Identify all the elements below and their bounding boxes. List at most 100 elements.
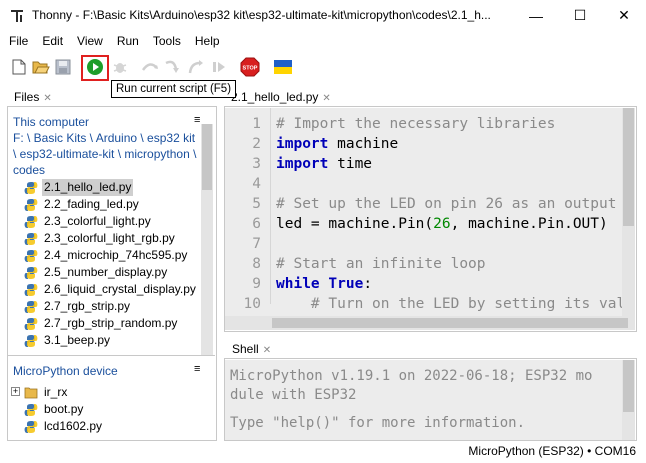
- support-ukraine-button[interactable]: [273, 57, 293, 77]
- python-file-icon: [24, 216, 38, 228]
- tab-editor[interactable]: 2.1_hello_led.py ✕: [227, 87, 334, 107]
- close-tab-icon[interactable]: ✕: [322, 93, 330, 104]
- menu-bar: File Edit View Run Tools Help: [0, 31, 646, 51]
- line-number-gutter: 1 2 3 4 5 6 7 8 9 10: [225, 108, 270, 312]
- debug-bug-icon: [113, 63, 127, 73]
- menu-view[interactable]: View: [70, 31, 110, 51]
- tab-shell[interactable]: Shell ✕: [227, 339, 277, 359]
- shell-console[interactable]: MicroPython v1.19.1 on 2022-06-18; ESP32…: [225, 360, 635, 440]
- menu-edit[interactable]: Edit: [35, 31, 70, 51]
- code-line: # Start an infinite loop: [276, 256, 486, 272]
- stop-sign-icon: STOP: [240, 57, 260, 77]
- new-file-button[interactable]: [9, 57, 29, 77]
- gutter-divider: [270, 108, 271, 304]
- menu-tools[interactable]: Tools: [146, 31, 188, 51]
- editor-vertical-scrollbar[interactable]: [622, 108, 635, 316]
- file-item[interactable]: 2.5_number_display.py: [8, 264, 203, 281]
- step-into-button[interactable]: [163, 57, 183, 77]
- code-line: # Turn on the LED by setting its value: [276, 296, 635, 312]
- editor-horizontal-scrollbar[interactable]: [225, 316, 635, 330]
- step-out-button[interactable]: [186, 57, 206, 77]
- file-name: 2.2_fading_led.py: [44, 197, 139, 211]
- path-breadcrumb[interactable]: F: \ Basic Kits \ Arduino \ esp32 kit \ …: [8, 130, 198, 178]
- micropython-device-title: MicroPython device: [13, 364, 118, 378]
- shell-scrollbar[interactable]: [622, 360, 635, 440]
- menu-file[interactable]: File: [0, 31, 35, 51]
- run-button[interactable]: [85, 57, 105, 77]
- maximize-button[interactable]: ☐: [558, 0, 602, 31]
- file-name: 2.4_microchip_74hc595.py: [44, 248, 188, 262]
- file-item[interactable]: 2.6_liquid_crystal_display.py: [8, 281, 203, 298]
- save-button[interactable]: [53, 57, 73, 77]
- window-title: Thonny - F:\Basic Kits\Arduino\esp32 kit…: [32, 8, 491, 22]
- editor-hscroll-thumb[interactable]: [272, 318, 628, 328]
- close-tab-icon[interactable]: ✕: [43, 93, 51, 104]
- line-number: 9: [252, 276, 261, 292]
- code-line: led = machine.Pin(26, machine.Pin.OUT): [276, 216, 608, 232]
- step-into-icon: [165, 60, 179, 73]
- python-file-icon: [24, 233, 38, 245]
- code-keyword: import: [276, 156, 329, 172]
- resume-icon: [213, 62, 225, 72]
- line-number: 3: [252, 156, 261, 172]
- shell-scrollbar-thumb[interactable]: [623, 360, 634, 412]
- file-item[interactable]: 2.7_rgb_strip.py: [8, 298, 203, 315]
- open-file-button[interactable]: [31, 57, 51, 77]
- debug-button[interactable]: [110, 57, 130, 77]
- ukraine-flag-icon: [274, 60, 292, 74]
- device-menu-icon[interactable]: ≡: [194, 363, 200, 375]
- code-line: import time: [276, 156, 373, 172]
- code-editor[interactable]: 1 2 3 4 5 6 7 8 9 10 # Import the necess…: [225, 108, 635, 330]
- step-over-button[interactable]: [140, 57, 160, 77]
- file-item[interactable]: 2.3_colorful_light.py: [8, 213, 203, 230]
- menu-run[interactable]: Run: [110, 31, 146, 51]
- device-item-name: boot.py: [44, 402, 84, 416]
- menu-help[interactable]: Help: [188, 31, 227, 51]
- shell-line: Type "help()" for more information.: [230, 415, 526, 431]
- file-item[interactable]: 2.3_colorful_light_rgb.py: [8, 230, 203, 247]
- file-item[interactable]: 2.2_fading_led.py: [8, 196, 203, 213]
- code-keyword: while: [276, 276, 320, 292]
- code-line: while True:: [276, 276, 373, 292]
- device-file-item[interactable]: boot.py: [8, 401, 203, 418]
- expand-icon[interactable]: +: [11, 387, 20, 396]
- device-folder-item[interactable]: + ir_rx: [8, 384, 203, 401]
- python-file-icon: [24, 267, 38, 279]
- code-number: 26: [433, 216, 451, 232]
- device-item-name: ir_rx: [44, 385, 68, 399]
- run-play-icon: [87, 59, 103, 75]
- file-item[interactable]: 2.1_hello_led.py: [8, 179, 203, 196]
- folder-icon: [24, 387, 38, 399]
- this-computer-title: This computer: [13, 115, 90, 129]
- file-item[interactable]: 3.1_beep.py: [8, 332, 203, 349]
- file-list: 2.1_hello_led.py 2.2_fading_led.py 2.3_c…: [8, 179, 203, 349]
- python-file-icon: [24, 182, 38, 194]
- code-line: # Import the necessary libraries: [276, 116, 556, 132]
- line-number: 7: [252, 236, 261, 252]
- file-item[interactable]: 2.4_microchip_74hc595.py: [8, 247, 203, 264]
- line-number: 8: [252, 256, 261, 272]
- stop-button[interactable]: STOP: [240, 57, 260, 77]
- resume-button[interactable]: [209, 57, 229, 77]
- interpreter-status[interactable]: MicroPython (ESP32) • COM16: [468, 444, 636, 458]
- tab-files[interactable]: Files ✕: [9, 87, 59, 107]
- python-file-icon: [24, 301, 38, 313]
- minimize-button[interactable]: —: [514, 0, 558, 31]
- close-button[interactable]: ✕: [602, 0, 646, 31]
- files-menu-icon[interactable]: ≡: [194, 114, 200, 126]
- python-file-icon: [24, 421, 38, 433]
- files-panel: This computer F: \ Basic Kits \ Arduino …: [8, 108, 215, 356]
- device-file-item[interactable]: lcd1602.py: [8, 418, 203, 435]
- file-item[interactable]: 2.7_rgb_strip_random.py: [8, 315, 203, 332]
- shell-line: MicroPython v1.19.1 on 2022-06-18; ESP32…: [230, 368, 593, 384]
- close-tab-icon[interactable]: ✕: [263, 345, 271, 356]
- files-scrollbar-thumb[interactable]: [202, 124, 212, 190]
- code-keyword: True: [328, 276, 364, 292]
- files-scrollbar[interactable]: [201, 124, 213, 356]
- shell-line: dule with ESP32: [230, 387, 357, 403]
- status-bar: MicroPython (ESP32) • COM16: [0, 440, 646, 463]
- file-name: 2.1_hello_led.py: [42, 179, 134, 196]
- toolbar: STOP: [0, 52, 646, 82]
- tab-files-label: Files: [14, 90, 40, 104]
- editor-vscroll-thumb[interactable]: [623, 108, 634, 226]
